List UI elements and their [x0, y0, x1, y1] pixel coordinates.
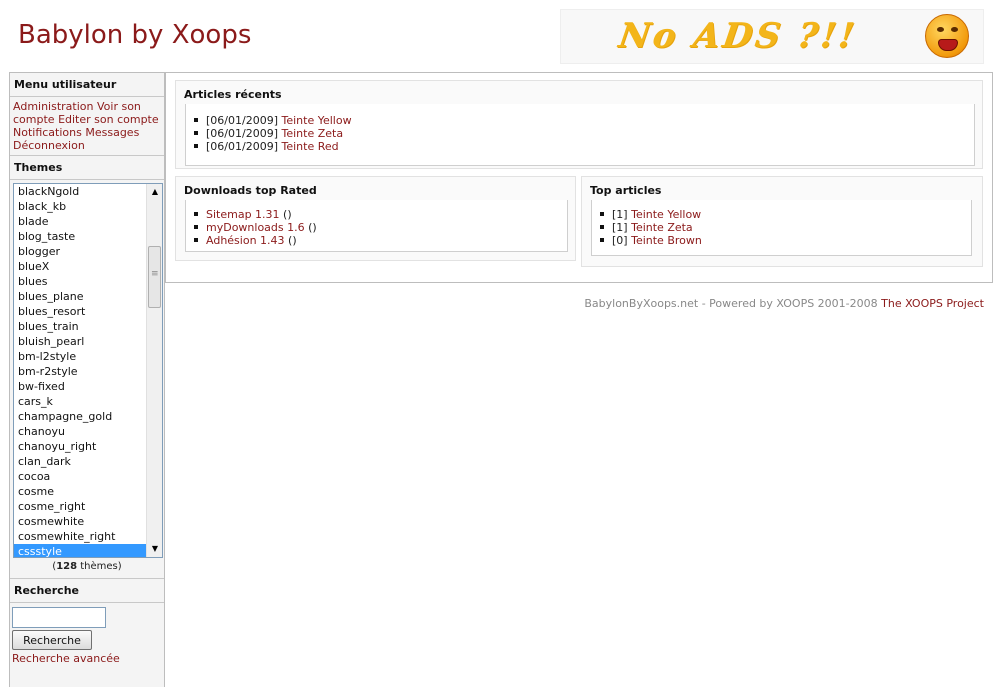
- list-item: myDownloads 1.6 (): [194, 221, 567, 234]
- theme-option[interactable]: clan_dark: [14, 454, 148, 469]
- theme-option[interactable]: blues_plane: [14, 289, 148, 304]
- user-menu: Administration Voir son compte Editer so…: [10, 97, 164, 156]
- top-articles-list: [1] Teinte Yellow [1] Teinte Zeta [0] Te…: [592, 208, 971, 247]
- sidebar: Menu utilisateur Administration Voir son…: [9, 72, 165, 687]
- site-title[interactable]: Babylon by Xoops: [18, 20, 251, 50]
- theme-option[interactable]: chanoyu_right: [14, 439, 148, 454]
- recent-articles-body: [06/01/2009] Teinte Yellow [06/01/2009] …: [185, 104, 975, 166]
- theme-option[interactable]: blackNgold: [14, 184, 148, 199]
- theme-option[interactable]: cssstyle: [14, 544, 148, 557]
- list-item: [06/01/2009] Teinte Zeta: [194, 127, 974, 140]
- theme-option[interactable]: cosmewhite: [14, 514, 148, 529]
- theme-list: blackNgold black_kb blade blog_taste blogger…: [14, 184, 148, 557]
- article-rank: [1]: [612, 208, 628, 221]
- top-articles-block: Top articles [1] Teinte Yellow [1] Teint…: [581, 176, 983, 267]
- theme-option[interactable]: cocoa: [14, 469, 148, 484]
- downloads-top-rated-block: Downloads top Rated Sitemap 1.31 () myDo…: [175, 176, 576, 261]
- menu-link-administration[interactable]: Administration: [13, 100, 94, 113]
- list-item: [1] Teinte Zeta: [600, 221, 971, 234]
- theme-count-number: 128: [56, 561, 78, 572]
- article-link[interactable]: Teinte Yellow: [631, 208, 701, 221]
- header: Babylon by Xoops No ADS ?!!: [0, 0, 1000, 72]
- article-link[interactable]: Teinte Red: [281, 140, 338, 153]
- article-link[interactable]: Teinte Zeta: [281, 127, 343, 140]
- menu-link-messages[interactable]: Messages: [85, 126, 139, 139]
- theme-option[interactable]: chanoyu: [14, 424, 148, 439]
- scroll-thumb[interactable]: [148, 246, 161, 308]
- theme-option[interactable]: blues_resort: [14, 304, 148, 319]
- downloads-body: Sitemap 1.31 () myDownloads 1.6 () Adhés…: [185, 200, 568, 252]
- menu-link-logout[interactable]: Déconnexion: [13, 139, 85, 152]
- top-articles-body: [1] Teinte Yellow [1] Teinte Zeta [0] Te…: [591, 200, 972, 256]
- article-rank: [0]: [612, 234, 628, 247]
- theme-option[interactable]: blues_train: [14, 319, 148, 334]
- article-date: [06/01/2009]: [206, 127, 278, 140]
- footer-text: BabylonByXoops.net - Powered by XOOPS 20…: [584, 297, 882, 310]
- theme-option[interactable]: cosme: [14, 484, 148, 499]
- search-button[interactable]: Recherche: [12, 630, 92, 650]
- recent-articles-title: Articles récents: [184, 88, 282, 101]
- top-articles-title: Top articles: [590, 184, 662, 197]
- list-item: Adhésion 1.43 (): [194, 234, 567, 247]
- theme-option[interactable]: champagne_gold: [14, 409, 148, 424]
- search-box: Recherche Recherche avancée: [10, 603, 164, 669]
- scroll-down-arrow-icon[interactable]: ▼: [147, 541, 162, 557]
- theme-option[interactable]: blog_taste: [14, 229, 148, 244]
- article-date: [06/01/2009]: [206, 140, 278, 153]
- theme-option[interactable]: cosme_right: [14, 499, 148, 514]
- theme-option[interactable]: blues: [14, 274, 148, 289]
- downloads-list: Sitemap 1.31 () myDownloads 1.6 () Adhés…: [186, 208, 567, 247]
- themes-title: Themes: [10, 156, 164, 180]
- search-input[interactable]: [12, 607, 106, 628]
- theme-option[interactable]: bw-fixed: [14, 379, 148, 394]
- download-rating: (): [284, 234, 297, 247]
- theme-option[interactable]: blueX: [14, 259, 148, 274]
- theme-option[interactable]: bm-r2style: [14, 364, 148, 379]
- advanced-search-link[interactable]: Recherche avancée: [12, 652, 162, 665]
- theme-option[interactable]: cars_k: [14, 394, 148, 409]
- theme-option[interactable]: bluish_pearl: [14, 334, 148, 349]
- theme-option[interactable]: cosmewhite_right: [14, 529, 148, 544]
- menu-link-notifications[interactable]: Notifications: [13, 126, 82, 139]
- theme-option[interactable]: bm-l2style: [14, 349, 148, 364]
- theme-option[interactable]: black_kb: [14, 199, 148, 214]
- main-content: Articles récents [06/01/2009] Teinte Yel…: [165, 72, 993, 283]
- theme-count-suffix: thèmes): [77, 561, 122, 572]
- article-rank: [1]: [612, 221, 628, 234]
- article-link[interactable]: Teinte Brown: [631, 234, 702, 247]
- download-link[interactable]: myDownloads 1.6: [206, 221, 305, 234]
- screaming-face-icon: [925, 14, 969, 58]
- xoops-project-link[interactable]: The XOOPS Project: [881, 297, 984, 310]
- theme-count: (128 thèmes): [10, 558, 164, 579]
- article-date: [06/01/2009]: [206, 114, 278, 127]
- download-rating: (): [304, 221, 317, 234]
- download-link[interactable]: Adhésion 1.43: [206, 234, 285, 247]
- theme-list-scrollbar[interactable]: ▲ ▼: [146, 184, 162, 557]
- banner-ad[interactable]: No ADS ?!!: [560, 9, 984, 64]
- theme-option[interactable]: blogger: [14, 244, 148, 259]
- list-item: [1] Teinte Yellow: [600, 208, 971, 221]
- search-title: Recherche: [10, 579, 164, 603]
- left-eye: [937, 27, 944, 32]
- scroll-up-arrow-icon[interactable]: ▲: [147, 184, 162, 200]
- download-link[interactable]: Sitemap 1.31: [206, 208, 280, 221]
- banner-text: No ADS ?!!: [616, 16, 860, 56]
- mouth: [938, 39, 958, 51]
- list-item: [06/01/2009] Teinte Yellow: [194, 114, 974, 127]
- list-item: [0] Teinte Brown: [600, 234, 971, 247]
- user-menu-title: Menu utilisateur: [10, 73, 164, 97]
- menu-link-edit-account[interactable]: Editer son compte: [58, 113, 159, 126]
- list-item: [06/01/2009] Teinte Red: [194, 140, 974, 153]
- recent-articles-list: [06/01/2009] Teinte Yellow [06/01/2009] …: [186, 114, 974, 153]
- theme-option[interactable]: blade: [14, 214, 148, 229]
- download-rating: (): [279, 208, 292, 221]
- theme-select-list[interactable]: blackNgold black_kb blade blog_taste blogger…: [13, 183, 163, 558]
- right-eye: [951, 27, 958, 32]
- article-link[interactable]: Teinte Zeta: [631, 221, 693, 234]
- list-item: Sitemap 1.31 (): [194, 208, 567, 221]
- article-link[interactable]: Teinte Yellow: [281, 114, 351, 127]
- footer: BabylonByXoops.net - Powered by XOOPS 20…: [584, 297, 984, 310]
- recent-articles-block: Articles récents [06/01/2009] Teinte Yel…: [175, 80, 983, 169]
- downloads-title: Downloads top Rated: [184, 184, 317, 197]
